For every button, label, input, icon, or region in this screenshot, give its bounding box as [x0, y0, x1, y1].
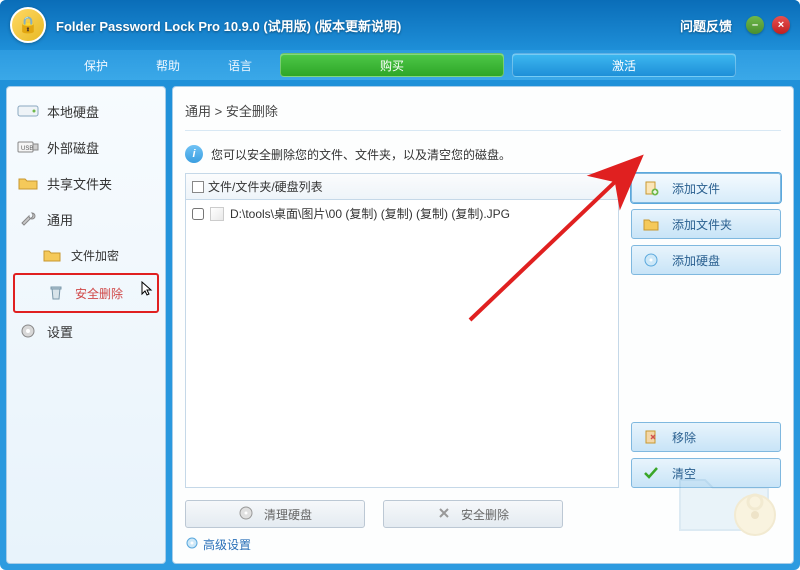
sidebar-item-external-disk[interactable]: USB 外部磁盘 — [11, 129, 161, 165]
add-disk-icon — [642, 251, 660, 269]
menu-help[interactable]: 帮助 — [132, 53, 204, 78]
clean-disk-icon — [238, 505, 254, 524]
menubar: 保护 帮助 语言 购买 激活 — [0, 50, 800, 80]
gear-small-icon — [185, 536, 199, 553]
button-label: 安全删除 — [461, 506, 509, 523]
gear-icon — [17, 321, 39, 341]
sidebar: 本地硬盘 USB 外部磁盘 共享文件夹 通用 — [6, 86, 166, 564]
button-label: 添加硬盘 — [672, 252, 720, 269]
cursor-icon — [141, 281, 153, 297]
button-label: 清理硬盘 — [264, 506, 312, 523]
minimize-icon[interactable]: – — [746, 16, 764, 34]
list-item[interactable]: D:\tools\桌面\图片\00 (复制) (复制) (复制) (复制).JP… — [186, 202, 618, 225]
info-row: i 您可以安全删除您的文件、文件夹，以及清空您的磁盘。 — [185, 131, 781, 173]
add-file-icon — [642, 179, 660, 197]
select-all-checkbox[interactable] — [192, 181, 204, 193]
app-window: Folder Password Lock Pro 10.9.0 (试用版) (版… — [0, 0, 800, 570]
disk-icon — [17, 101, 39, 121]
sidebar-item-file-encrypt[interactable]: 文件加密 — [11, 237, 161, 273]
wrench-icon — [17, 209, 39, 229]
remove-icon — [642, 428, 660, 446]
button-label: 清空 — [672, 465, 696, 482]
add-folder-icon — [642, 215, 660, 233]
activate-button[interactable]: 激活 — [512, 53, 736, 77]
info-text: 您可以安全删除您的文件、文件夹，以及清空您的磁盘。 — [211, 146, 511, 163]
sidebar-item-label: 外部磁盘 — [47, 138, 99, 157]
check-icon — [642, 464, 660, 482]
breadcrumb: 通用 > 安全删除 — [185, 97, 781, 131]
bottom-row: 清理硬盘 安全删除 — [185, 488, 781, 528]
sidebar-item-secure-delete[interactable]: 安全删除 — [13, 273, 159, 313]
secure-delete-button[interactable]: 安全删除 — [383, 500, 563, 528]
svg-text:USB: USB — [21, 146, 33, 152]
add-folder-button[interactable]: 添加文件夹 — [631, 209, 781, 239]
clear-button[interactable]: 清空 — [631, 458, 781, 488]
list-header-label: 文件/文件夹/硬盘列表 — [208, 178, 323, 195]
sidebar-item-label: 设置 — [47, 322, 73, 341]
advanced-label: 高级设置 — [203, 536, 251, 553]
button-label: 添加文件夹 — [672, 216, 732, 233]
sidebar-item-label: 共享文件夹 — [47, 174, 112, 193]
file-icon — [210, 207, 224, 221]
action-buttons: 添加文件 添加文件夹 添加硬盘 — [631, 173, 781, 488]
sidebar-item-shared-folder[interactable]: 共享文件夹 — [11, 165, 161, 201]
button-label: 移除 — [672, 429, 696, 446]
clean-disk-button[interactable]: 清理硬盘 — [185, 500, 365, 528]
button-label: 添加文件 — [672, 180, 720, 197]
list-body: D:\tools\桌面\图片\00 (复制) (复制) (复制) (复制).JP… — [186, 200, 618, 487]
folder-lock-icon — [41, 245, 63, 265]
work-area: 文件/文件夹/硬盘列表 D:\tools\桌面\图片\00 (复制) (复制) … — [185, 173, 781, 488]
delete-x-icon — [437, 506, 451, 523]
file-list-panel: 文件/文件夹/硬盘列表 D:\tools\桌面\图片\00 (复制) (复制) … — [185, 173, 619, 488]
app-lock-icon — [10, 7, 46, 43]
advanced-settings-link[interactable]: 高级设置 — [185, 528, 781, 553]
sidebar-item-general[interactable]: 通用 — [11, 201, 161, 237]
sidebar-item-label: 文件加密 — [71, 247, 119, 264]
feedback-link[interactable]: 问题反馈 — [680, 16, 732, 35]
trash-icon — [45, 283, 67, 303]
add-disk-button[interactable]: 添加硬盘 — [631, 245, 781, 275]
sidebar-item-settings[interactable]: 设置 — [11, 313, 161, 349]
menu-protect[interactable]: 保护 — [60, 53, 132, 78]
sidebar-item-label: 安全删除 — [75, 285, 123, 302]
titlebar: Folder Password Lock Pro 10.9.0 (试用版) (版… — [0, 0, 800, 50]
folder-icon — [17, 173, 39, 193]
sidebar-item-label: 通用 — [47, 210, 73, 229]
main-area: 本地硬盘 USB 外部磁盘 共享文件夹 通用 — [0, 80, 800, 570]
sidebar-item-local-disk[interactable]: 本地硬盘 — [11, 93, 161, 129]
content-panel: 通用 > 安全删除 i 您可以安全删除您的文件、文件夹，以及清空您的磁盘。 文件… — [172, 86, 794, 564]
usb-icon: USB — [17, 137, 39, 157]
remove-button[interactable]: 移除 — [631, 422, 781, 452]
app-title: Folder Password Lock Pro 10.9.0 (试用版) (版… — [56, 16, 401, 35]
buy-button[interactable]: 购买 — [280, 53, 504, 77]
menu-language[interactable]: 语言 — [204, 53, 276, 78]
item-checkbox[interactable] — [192, 208, 204, 220]
file-path: D:\tools\桌面\图片\00 (复制) (复制) (复制) (复制).JP… — [230, 205, 510, 222]
sidebar-item-label: 本地硬盘 — [47, 102, 99, 121]
close-icon[interactable]: × — [772, 16, 790, 34]
add-file-button[interactable]: 添加文件 — [631, 173, 781, 203]
list-header[interactable]: 文件/文件夹/硬盘列表 — [186, 174, 618, 200]
info-icon: i — [185, 145, 203, 163]
